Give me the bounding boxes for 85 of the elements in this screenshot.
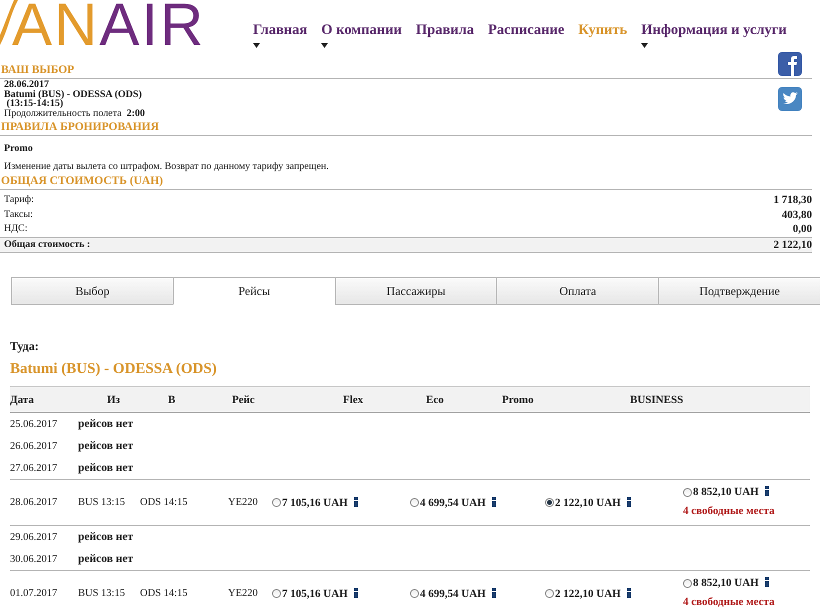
flight-number-cell-text: YE220 bbox=[228, 497, 259, 508]
seats-text: 4 свободные места bbox=[683, 596, 776, 607]
direction-label: Туда: bbox=[10, 339, 40, 354]
step-tab[interactable]: Подтверждение bbox=[658, 277, 820, 305]
column-header: Дата bbox=[10, 394, 35, 406]
total-value: 2 122,10 bbox=[774, 238, 812, 252]
radio-button[interactable] bbox=[545, 498, 554, 507]
route-title: Batumi (BUS) - ODESSA (ODS) bbox=[10, 361, 218, 378]
step-tab[interactable]: Оплата bbox=[496, 277, 658, 305]
no-flights-text: рейсов нет bbox=[78, 440, 134, 452]
column-header: Рейс bbox=[232, 394, 256, 406]
duration-label: Продолжительность полета bbox=[4, 108, 122, 118]
column-header: В bbox=[168, 394, 176, 406]
info-icon[interactable] bbox=[764, 486, 770, 496]
price-value: 0,00 bbox=[792, 222, 812, 236]
date-cell-text: 26.06.2017 bbox=[10, 440, 58, 452]
date-cell-text: 28.06.2017 bbox=[10, 497, 58, 508]
no-flights-text: рейсов нет bbox=[78, 553, 134, 565]
info-icon[interactable] bbox=[626, 496, 632, 506]
seats-text: 4 свободные места bbox=[683, 505, 776, 517]
date-text: 28.06.2017 bbox=[4, 80, 50, 90]
step-tab[interactable]: Пассажиры bbox=[334, 277, 496, 305]
fare-price: 8 852,10 UAH bbox=[693, 577, 759, 589]
radio-button[interactable] bbox=[683, 488, 692, 496]
radio-button[interactable] bbox=[272, 498, 281, 507]
logo-text: AIR bbox=[99, 0, 206, 50]
nav-link[interactable]: Главная bbox=[253, 22, 308, 39]
info-icon[interactable] bbox=[490, 588, 497, 598]
no-flights-text: рейсов нет bbox=[78, 462, 134, 474]
radio-button[interactable] bbox=[410, 589, 419, 598]
fare-name: Promo bbox=[4, 144, 34, 154]
radio-button[interactable] bbox=[683, 578, 692, 588]
no-flights-text: рейсов нет bbox=[78, 418, 134, 430]
nav-link[interactable]: Правила bbox=[416, 22, 474, 39]
price-label: Тариф: bbox=[4, 193, 34, 207]
date-cell-text: 01.07.2017 bbox=[10, 588, 58, 599]
price-value: 1 718,30 bbox=[774, 193, 812, 208]
fare-price: 8 852,10 UAH bbox=[693, 486, 759, 498]
column-header: Flex bbox=[343, 394, 364, 406]
total-label: Общая стоимость : bbox=[4, 238, 90, 252]
column-header: Promo bbox=[502, 394, 535, 406]
duration-value: 2:00 bbox=[126, 108, 145, 118]
date-cell-text: 25.06.2017 bbox=[10, 418, 58, 430]
info-icon[interactable] bbox=[490, 496, 497, 506]
rules-text: Изменение даты вылета со штрафом. Возврат по данному тарифу запрещен. bbox=[4, 162, 330, 171]
section-title: ПРАВИЛА БРОНИРОВАНИЯ bbox=[0, 121, 812, 136]
column-header: Eco bbox=[426, 394, 445, 406]
radio-button[interactable] bbox=[410, 498, 419, 507]
arrival-cell-text: ODS 14:15 bbox=[140, 497, 189, 508]
info-icon[interactable] bbox=[352, 496, 359, 506]
radio-button[interactable] bbox=[272, 589, 281, 598]
info-icon[interactable] bbox=[352, 588, 359, 598]
nav-link[interactable]: Информация и услуги bbox=[641, 22, 787, 39]
info-icon[interactable] bbox=[626, 588, 632, 598]
arrival-cell-text: ODS 14:15 bbox=[140, 588, 189, 599]
fare-price: 4 699,54 UAH bbox=[420, 588, 486, 600]
logo-text: AN bbox=[12, 0, 100, 50]
route-text: Batumi (BUS) - ODESSA (ODS) bbox=[4, 90, 143, 99]
step-tab[interactable]: Выбор bbox=[11, 277, 173, 305]
date-cell-text: 27.06.2017 bbox=[10, 462, 58, 474]
departure-cell-text: BUS 13:15 bbox=[78, 588, 126, 599]
column-header: Из bbox=[107, 394, 121, 406]
price-label: Таксы: bbox=[4, 208, 33, 222]
nav-link[interactable]: Расписание bbox=[488, 22, 564, 39]
price-value: 403,80 bbox=[782, 208, 812, 222]
facebook-icon[interactable] bbox=[778, 52, 802, 76]
step-tab[interactable]: Рейсы bbox=[172, 277, 335, 305]
flight-number-cell-text: YE220 bbox=[228, 588, 259, 599]
info-icon[interactable] bbox=[764, 577, 770, 587]
price-label: НДС: bbox=[4, 222, 28, 236]
nav-link[interactable]: О компании bbox=[321, 22, 402, 39]
section-title: ОБЩАЯ СТОИМОСТЬ (UAH) bbox=[0, 175, 812, 190]
fare-price: 2 122,10 UAH bbox=[555, 588, 621, 600]
column-header: BUSINESS bbox=[630, 394, 684, 406]
fare-price: 2 122,10 UAH bbox=[555, 496, 621, 508]
fare-price: 4 699,54 UAH bbox=[420, 496, 486, 508]
twitter-icon[interactable] bbox=[778, 87, 802, 111]
date-cell-text: 30.06.2017 bbox=[10, 554, 58, 564]
no-flights-text: рейсов нет bbox=[78, 531, 134, 543]
time-text: (13:15-14:15) bbox=[6, 99, 64, 108]
departure-cell-text: BUS 13:15 bbox=[78, 497, 126, 508]
date-cell-text: 29.06.2017 bbox=[10, 532, 58, 542]
radio-button[interactable] bbox=[545, 589, 554, 598]
fare-price: 7 105,16 UAH bbox=[282, 496, 348, 508]
fare-price: 7 105,16 UAH bbox=[282, 588, 348, 600]
